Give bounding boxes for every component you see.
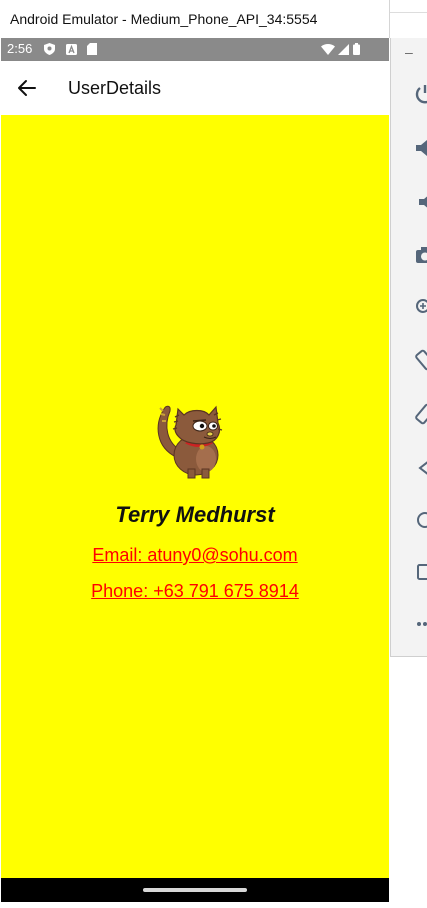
back-icon[interactable]	[413, 456, 427, 480]
gesture-nav-bar	[1, 878, 389, 902]
zoom-icon[interactable]	[413, 296, 427, 320]
divider	[390, 12, 427, 13]
app-bar: UserDetails	[1, 61, 389, 115]
phone-screen: 2:56 UserDetails Terry Medhurst Email: a…	[1, 38, 389, 902]
cat-avatar	[146, 385, 246, 485]
rotate-left-icon[interactable]	[413, 348, 427, 372]
camera-icon[interactable]	[413, 243, 427, 267]
more-icon[interactable]	[413, 612, 427, 636]
shield-icon	[43, 43, 55, 55]
wifi-icon	[321, 43, 335, 55]
a-box-icon	[65, 43, 77, 55]
page-title: UserDetails	[68, 78, 162, 98]
emulator-window: Android Emulator - Medium_Phone_API_34:5…	[0, 0, 427, 908]
status-time: 2:56	[7, 41, 33, 56]
volume-down-icon[interactable]	[413, 190, 427, 214]
user-details-content: Terry Medhurst Email: atuny0@sohu.com Ph…	[1, 115, 389, 878]
status-bar: 2:56	[1, 38, 389, 61]
sd-card-icon	[86, 43, 98, 55]
power-icon[interactable]	[413, 82, 427, 106]
email-link[interactable]: Email: atuny0@sohu.com	[1, 545, 389, 566]
signal-icon	[337, 43, 349, 55]
window-title: Android Emulator - Medium_Phone_API_34:5…	[10, 11, 318, 27]
overview-icon[interactable]	[413, 560, 427, 584]
window-title-bar: Android Emulator - Medium_Phone_API_34:5…	[0, 0, 390, 38]
volume-up-icon[interactable]	[413, 136, 427, 160]
emulator-side-toolbar: –	[390, 38, 427, 657]
home-gesture-handle[interactable]	[143, 888, 247, 892]
home-icon[interactable]	[413, 508, 427, 532]
battery-icon	[352, 43, 360, 55]
rotate-right-icon[interactable]	[413, 402, 427, 426]
arrow-left-icon[interactable]	[15, 76, 39, 100]
phone-link[interactable]: Phone: +63 791 675 8914	[1, 581, 389, 602]
user-name: Terry Medhurst	[115, 502, 275, 527]
minimize-button[interactable]: –	[405, 44, 413, 60]
